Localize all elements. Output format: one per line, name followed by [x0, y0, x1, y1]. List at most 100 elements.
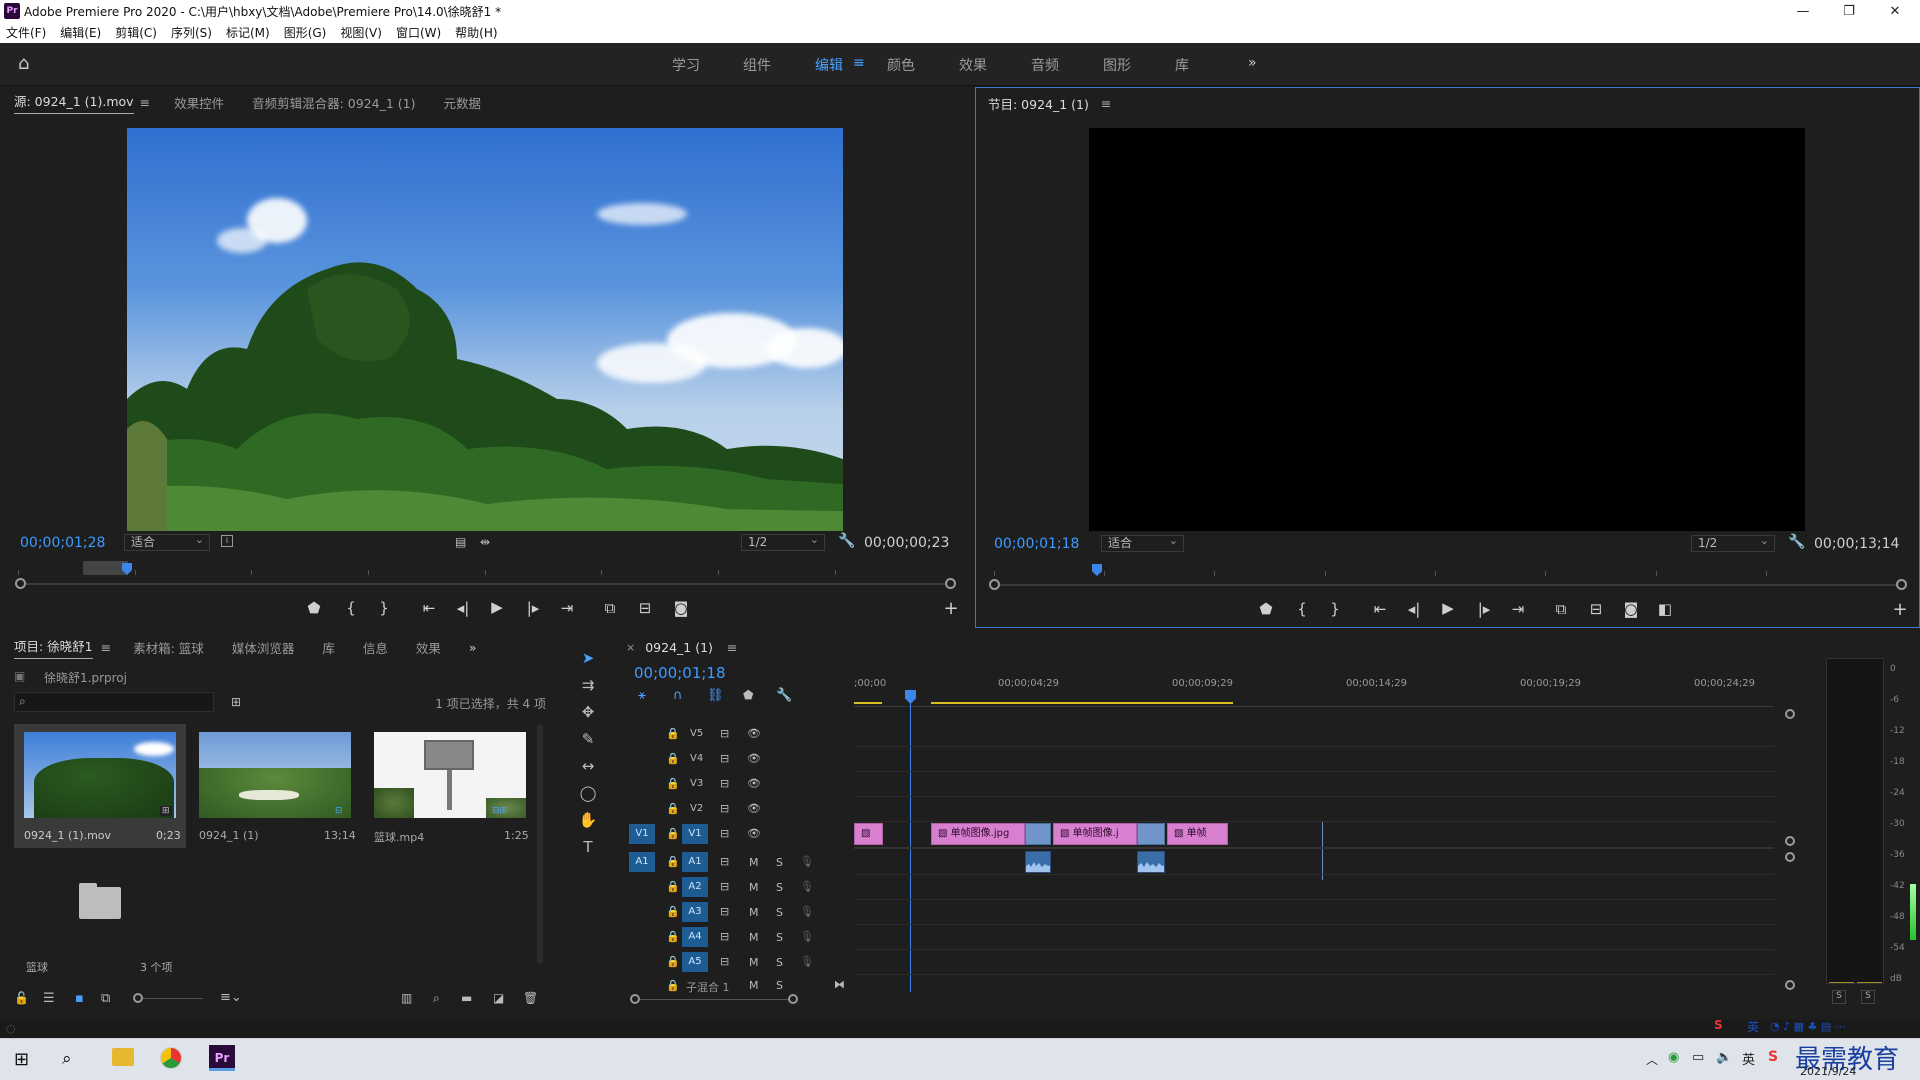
lock-track-icon[interactable]: 🔒 [666, 955, 680, 968]
timeline-close-icon[interactable]: × [626, 641, 635, 654]
sync-lock-icon[interactable]: ⊟ [720, 930, 729, 943]
drag-video-icon[interactable]: ▤ [455, 535, 466, 549]
tab-metadata[interactable]: 元数据 [443, 93, 481, 112]
go-to-out-icon[interactable]: ⇥ [556, 599, 578, 617]
program-zoom-bar[interactable] [1000, 584, 1900, 586]
new-search-bin-icon[interactable]: ⊞ [231, 695, 241, 709]
audio-scroll-top-handle[interactable] [1785, 852, 1795, 862]
voice-over-icon[interactable]: 🎙 [800, 955, 814, 968]
eye-icon[interactable]: 👁 [747, 752, 761, 765]
volume-icon[interactable]: 🔈 [1716, 1050, 1732, 1065]
tab-source[interactable]: 源: 0924_1 (1).mov [14, 91, 134, 114]
close-button[interactable]: ✕ [1872, 0, 1918, 22]
chrome-icon[interactable] [160, 1047, 182, 1069]
add-marker-icon[interactable]: ⬟ [303, 599, 325, 617]
tab-project[interactable]: 项目: 徐晓舒1 [14, 636, 93, 659]
lift-icon[interactable]: ⧉ [1550, 600, 1572, 618]
minimize-button[interactable]: — [1780, 0, 1826, 22]
insert-icon[interactable]: ⧉ [599, 599, 621, 617]
mute-button[interactable]: M [749, 931, 759, 944]
lock-track-icon[interactable]: 🔒 [666, 802, 680, 815]
meter-solo-left[interactable]: S [1832, 990, 1846, 1004]
new-item-icon[interactable]: ◪ [493, 991, 504, 1005]
mark-out-icon[interactable]: } [373, 599, 395, 617]
source-zoom-bar[interactable] [26, 583, 946, 585]
menu-edit[interactable]: 编辑(E) [60, 24, 101, 41]
sync-lock-icon[interactable]: ⊟ [720, 827, 729, 840]
program-add-marker-icon[interactable]: ⬟ [1255, 600, 1277, 618]
program-panel-menu-icon[interactable]: ≡ [1101, 96, 1111, 111]
project-item-bin[interactable]: 篮球 3 个项 [14, 857, 186, 977]
video-clip[interactable]: ▧ 单帧图像.j [1053, 823, 1137, 845]
ime-tray-icon[interactable]: 英 [1742, 1049, 1755, 1068]
mute-button[interactable]: M [749, 856, 759, 869]
timeline-zoom-track[interactable] [640, 999, 790, 1000]
mute-button[interactable]: M [749, 979, 759, 992]
tab-effect-controls[interactable]: 效果控件 [174, 93, 224, 112]
step-back-icon[interactable]: ◂| [452, 599, 474, 617]
home-icon[interactable]: ⌂ [18, 55, 38, 73]
project-scrollbar[interactable] [537, 724, 543, 964]
program-zoom-left-handle[interactable] [989, 579, 1000, 590]
solo-button[interactable]: S [776, 979, 783, 992]
source-resolution-dropdown[interactable]: 1/2 [741, 532, 825, 551]
file-explorer-icon[interactable] [112, 1048, 134, 1066]
lock-track-icon[interactable]: 🔒 [666, 752, 680, 765]
program-current-timecode[interactable]: 00;00;01;18 [994, 536, 1079, 552]
mark-in-icon[interactable]: { [340, 599, 362, 617]
lock-track-icon[interactable]: 🔒 [666, 727, 680, 740]
video-clip[interactable]: ▧ [854, 823, 883, 845]
linked-selection-icon[interactable]: ⛓ [707, 688, 724, 703]
lock-track-icon[interactable]: 🔒 [666, 777, 680, 790]
eye-icon[interactable]: 👁 [747, 727, 761, 740]
source-patch-a1[interactable]: A1 [629, 852, 655, 872]
video-clip-linked[interactable] [1025, 823, 1051, 845]
sort-icon[interactable]: ≡⌄ [220, 990, 242, 1005]
program-mark-in-icon[interactable]: { [1291, 600, 1313, 618]
program-resolution-dropdown[interactable]: 1/2 [1691, 533, 1775, 552]
workspace-audio[interactable]: 音频 [1031, 55, 1059, 75]
source-in-out-range[interactable] [83, 561, 128, 575]
voice-over-icon[interactable]: 🎙 [800, 855, 814, 868]
timeline-zoom-right-handle[interactable] [788, 994, 798, 1004]
lock-track-icon[interactable]: 🔒 [666, 855, 680, 868]
mute-button[interactable]: M [749, 956, 759, 969]
drag-audio-icon[interactable]: ⇹ [480, 535, 490, 549]
overwrite-icon[interactable]: ⊟ [634, 599, 656, 617]
video-scroll-bottom-handle[interactable] [1785, 836, 1795, 846]
tab-bin[interactable]: 素材箱: 篮球 [133, 638, 204, 657]
network-icon[interactable]: ▭ [1692, 1050, 1704, 1065]
program-wrench-icon[interactable]: 🔧 [1788, 534, 1805, 550]
lock-track-icon[interactable]: 🔒 [666, 905, 680, 918]
insert-nest-icon[interactable]: ⚹ [638, 688, 646, 703]
menu-view[interactable]: 视图(V) [340, 24, 382, 41]
lock-track-icon[interactable]: 🔒 [666, 880, 680, 893]
list-view-icon[interactable]: ☰ [43, 991, 55, 1006]
timeline-panel-menu-icon[interactable]: ≡ [727, 640, 737, 655]
audio-clip[interactable] [1025, 851, 1051, 873]
video-clip[interactable]: ▧ 单帧 [1167, 823, 1228, 845]
program-step-back-icon[interactable]: ◂| [1403, 600, 1425, 618]
sync-lock-icon[interactable]: ⊟ [720, 727, 729, 740]
tab-info[interactable]: 信息 [363, 638, 388, 657]
source-wrench-icon[interactable]: 🔧 [838, 533, 855, 549]
project-item-sequence[interactable]: ⊟ 0924_1 (1) 13;14 [191, 724, 363, 848]
panel-menu-icon[interactable]: ≡ [140, 95, 150, 110]
clear-icon[interactable]: 🗑 [523, 991, 538, 1005]
track-select-tool-icon[interactable]: ⇉ [575, 676, 601, 698]
lock-track-icon[interactable]: 🔒 [666, 930, 680, 943]
source-settings-icon[interactable]: i [221, 535, 233, 547]
timeline-marker-icon[interactable]: ⬟ [743, 688, 753, 702]
sync-lock-icon[interactable]: ⊟ [720, 752, 729, 765]
program-step-forward-icon[interactable]: |▸ [1473, 600, 1495, 618]
voice-over-icon[interactable]: 🎙 [800, 905, 814, 918]
mute-button[interactable]: M [749, 881, 759, 894]
solo-button[interactable]: S [776, 881, 783, 894]
program-mark-out-icon[interactable]: } [1324, 600, 1346, 618]
workspace-editing[interactable]: 编辑 [815, 55, 843, 75]
program-time-ruler[interactable] [994, 562, 1894, 576]
project-item-basketball-mp4[interactable]: ⊟⊞ 篮球.mp4 1:25 [366, 724, 538, 848]
source-zoom-left-handle[interactable] [15, 578, 26, 589]
menu-help[interactable]: 帮助(H) [455, 24, 497, 41]
premiere-taskbar-icon[interactable]: Pr [209, 1045, 235, 1071]
